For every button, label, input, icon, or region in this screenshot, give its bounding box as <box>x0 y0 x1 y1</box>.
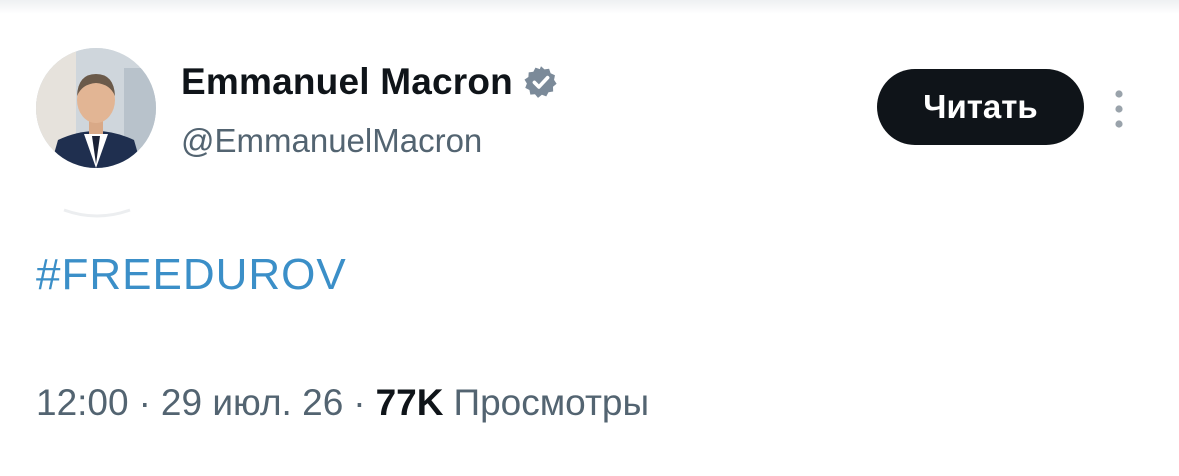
post-date[interactable]: 29 июл. 26 <box>161 382 343 424</box>
verified-badge-icon[interactable] <box>523 64 559 100</box>
meta-separator: · <box>138 382 151 423</box>
hashtag-link[interactable]: #FREEDUROV <box>36 250 347 300</box>
views-count[interactable]: 77K <box>376 382 444 424</box>
avatar[interactable] <box>36 48 156 168</box>
post-time[interactable]: 12:00 <box>36 382 129 424</box>
author-display-name[interactable]: Emmanuel Macron <box>181 61 513 103</box>
author-name-row: Emmanuel Macron <box>181 60 559 104</box>
views-label[interactable]: Просмотры <box>454 382 650 424</box>
top-divider <box>0 0 1179 14</box>
post-meta: 12:00 · 29 июл. 26 · 77K Просмотры <box>36 382 649 424</box>
meta-separator: · <box>353 382 366 423</box>
thread-connector <box>63 208 131 218</box>
avatar-photo <box>36 48 156 168</box>
more-vertical-icon[interactable] <box>1107 86 1131 132</box>
author-handle[interactable]: @EmmanuelMacron <box>181 122 482 160</box>
follow-button[interactable]: Читать <box>877 69 1084 145</box>
